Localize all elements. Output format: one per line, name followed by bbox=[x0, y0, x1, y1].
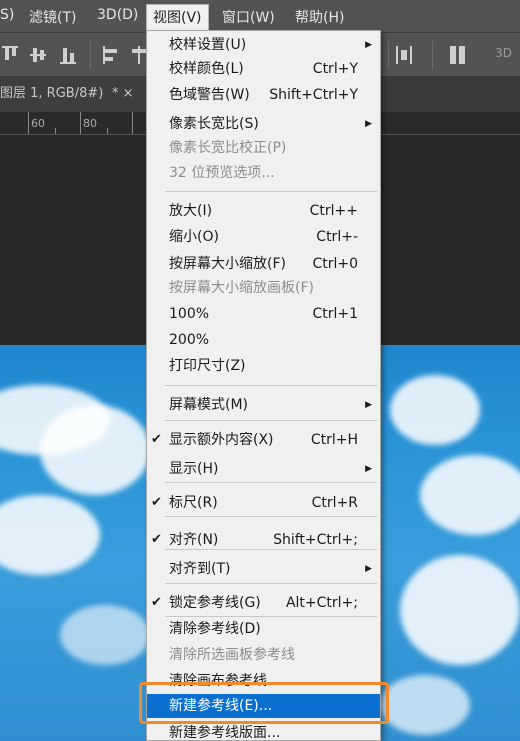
ruler-label: 60 bbox=[31, 117, 45, 130]
view-menu-item-label: 32 位预览选项... bbox=[169, 165, 275, 181]
view-menu-item-label: 新建参考线版面... bbox=[169, 725, 281, 741]
menu-separator bbox=[165, 191, 377, 192]
view-menu-item-shortcut: Ctrl+0 bbox=[312, 256, 358, 272]
view-menu-item-label: 校样颜色(L) bbox=[169, 61, 244, 77]
annotation-highlight-box bbox=[139, 682, 389, 724]
view-menu-item-label: 像素长宽比校正(P) bbox=[169, 140, 287, 156]
menu-separator bbox=[165, 549, 377, 550]
checkmark-icon: ✔ bbox=[151, 495, 162, 510]
view-menu-item[interactable]: 色域警告(W) Shift+Ctrl+Y bbox=[147, 83, 380, 107]
view-menu-item[interactable]: 新建参考线版面... bbox=[147, 721, 380, 741]
view-menu-item[interactable]: 缩小(O) Ctrl+- bbox=[147, 225, 380, 249]
view-menu-item[interactable]: ✔ 锁定参考线(G) Alt+Ctrl+; bbox=[147, 591, 380, 615]
submenu-arrow-icon: ▶ bbox=[365, 400, 372, 410]
view-menu-item[interactable]: 200% bbox=[147, 328, 380, 352]
view-menu-item-shortcut: Alt+Ctrl+; bbox=[285, 595, 358, 611]
view-menu-item-shortcut: Ctrl+- bbox=[316, 229, 358, 245]
view-menu-item-shortcut: Ctrl+R bbox=[311, 495, 358, 511]
document-tab-title: 图层 1, RGB/8#) bbox=[0, 86, 104, 101]
toolbar-divider bbox=[388, 41, 389, 69]
view-menu-item-label: 打印尺寸(Z) bbox=[169, 358, 246, 374]
ruler-label: 80 bbox=[83, 117, 97, 130]
view-menu-item-label: 锁定参考线(G) bbox=[169, 595, 261, 611]
view-menu-item-label: 色域警告(W) bbox=[169, 87, 250, 103]
view-menu-item-label: 按屏幕大小缩放(F) bbox=[169, 256, 286, 272]
view-menu-item-label: 清除参考线(D) bbox=[169, 621, 261, 637]
view-menu-item-shortcut: Ctrl+H bbox=[310, 432, 358, 448]
view-menu-item-label: 按屏幕大小缩放画板(F) bbox=[169, 280, 314, 296]
menu-3d[interactable]: 3D(D) bbox=[97, 7, 138, 23]
view-menu-item-shortcut: Ctrl+1 bbox=[312, 306, 358, 322]
view-menu-item[interactable]: 清除参考线(D) bbox=[147, 617, 380, 641]
view-menu-item: 清除所选画板参考线 bbox=[147, 643, 380, 667]
submenu-arrow-icon: ▶ bbox=[365, 119, 372, 129]
align-vertical-center-icon[interactable] bbox=[30, 46, 50, 64]
view-menu-item-shortcut: Shift+Ctrl+Y bbox=[269, 87, 358, 103]
align-left-icon[interactable] bbox=[103, 46, 123, 64]
view-menu-item-label: 100% bbox=[169, 306, 210, 322]
view-menu-item[interactable]: ✔ 标尺(R) Ctrl+R bbox=[147, 491, 380, 515]
align-bottom-icon[interactable] bbox=[60, 46, 80, 64]
view-menu-item-label: 缩小(O) bbox=[169, 229, 219, 245]
menu-separator bbox=[165, 385, 377, 386]
view-menu-item[interactable]: ✔ 显示额外内容(X) Ctrl+H bbox=[147, 428, 380, 452]
view-menu-item-label: 标尺(R) bbox=[169, 495, 218, 511]
view-menu-item-label: 屏幕模式(M) bbox=[169, 397, 249, 413]
checkmark-icon: ✔ bbox=[151, 532, 162, 547]
menu-separator bbox=[165, 583, 377, 584]
menu-separator bbox=[165, 482, 377, 483]
3d-mode-label[interactable]: 3D bbox=[495, 46, 512, 60]
view-menu-dropdown: 校样设置(U) ▶ 校样颜色(L) Ctrl+Y 色域警告(W) Shift+Ctrl+Y… bbox=[146, 30, 381, 741]
view-menu-item-label: 像素长宽比(S) bbox=[169, 116, 259, 132]
view-menu-item[interactable]: 打印尺寸(Z) bbox=[147, 354, 380, 378]
view-menu-item-label: 清除所选画板参考线 bbox=[169, 647, 295, 663]
menu-separator bbox=[165, 616, 377, 617]
view-menu-item-shortcut: Ctrl++ bbox=[309, 203, 358, 219]
view-menu-item: 32 位预览选项... bbox=[147, 161, 380, 185]
view-menu-item-label: 放大(I) bbox=[169, 203, 213, 219]
submenu-arrow-icon: ▶ bbox=[365, 464, 372, 474]
toolbar-divider bbox=[90, 41, 91, 69]
view-menu-item[interactable]: 校样颜色(L) Ctrl+Y bbox=[147, 57, 380, 81]
view-menu-item[interactable]: 按屏幕大小缩放(F) Ctrl+0 bbox=[147, 252, 380, 276]
distribute-spacing-icon[interactable] bbox=[450, 46, 470, 64]
view-menu-item-label: 校样设置(U) bbox=[169, 37, 247, 53]
view-menu-item-label: 200% bbox=[169, 332, 210, 348]
submenu-arrow-icon: ▶ bbox=[365, 564, 372, 574]
checkmark-icon: ✔ bbox=[151, 432, 162, 447]
view-menu-item[interactable]: 显示(H) ▶ bbox=[147, 457, 380, 481]
menu-window[interactable]: 窗口(W) bbox=[222, 7, 275, 27]
menu-separator bbox=[165, 420, 377, 421]
menu-separator bbox=[165, 516, 377, 517]
menu-select[interactable]: S) bbox=[0, 7, 14, 23]
view-menu-item[interactable]: 屏幕模式(M) ▶ bbox=[147, 393, 380, 417]
menubar: S) 滤镜(T) 3D(D) 视图(V) 窗口(W) 帮助(H) bbox=[0, 0, 520, 32]
view-menu-item[interactable]: 校样设置(U) ▶ bbox=[147, 33, 380, 57]
view-menu-item[interactable]: 对齐到(T) ▶ bbox=[147, 557, 380, 581]
distribute-horizontal-icon[interactable] bbox=[396, 46, 416, 64]
view-menu-item-label: 显示额外内容(X) bbox=[169, 432, 274, 448]
view-menu-item-label: 对齐到(T) bbox=[169, 561, 231, 577]
align-top-icon[interactable] bbox=[2, 46, 22, 64]
checkmark-icon: ✔ bbox=[151, 595, 162, 610]
view-menu-item[interactable]: 放大(I) Ctrl++ bbox=[147, 199, 380, 223]
submenu-arrow-icon: ▶ bbox=[365, 40, 372, 50]
view-menu-item[interactable]: 100% Ctrl+1 bbox=[147, 302, 380, 326]
view-menu-item[interactable]: 像素长宽比(S) ▶ bbox=[147, 112, 380, 136]
close-tab-icon[interactable]: * × bbox=[112, 76, 134, 112]
view-menu-item: 按屏幕大小缩放画板(F) bbox=[147, 276, 380, 300]
view-menu-item-shortcut: Ctrl+Y bbox=[312, 61, 358, 77]
view-menu-item-label: 显示(H) bbox=[169, 461, 219, 477]
menu-filter[interactable]: 滤镜(T) bbox=[29, 7, 76, 27]
view-menu-item: 像素长宽比校正(P) bbox=[147, 136, 380, 160]
menu-help[interactable]: 帮助(H) bbox=[295, 7, 344, 27]
menu-view[interactable]: 视图(V) bbox=[146, 4, 209, 31]
toolbar-divider bbox=[432, 41, 433, 69]
